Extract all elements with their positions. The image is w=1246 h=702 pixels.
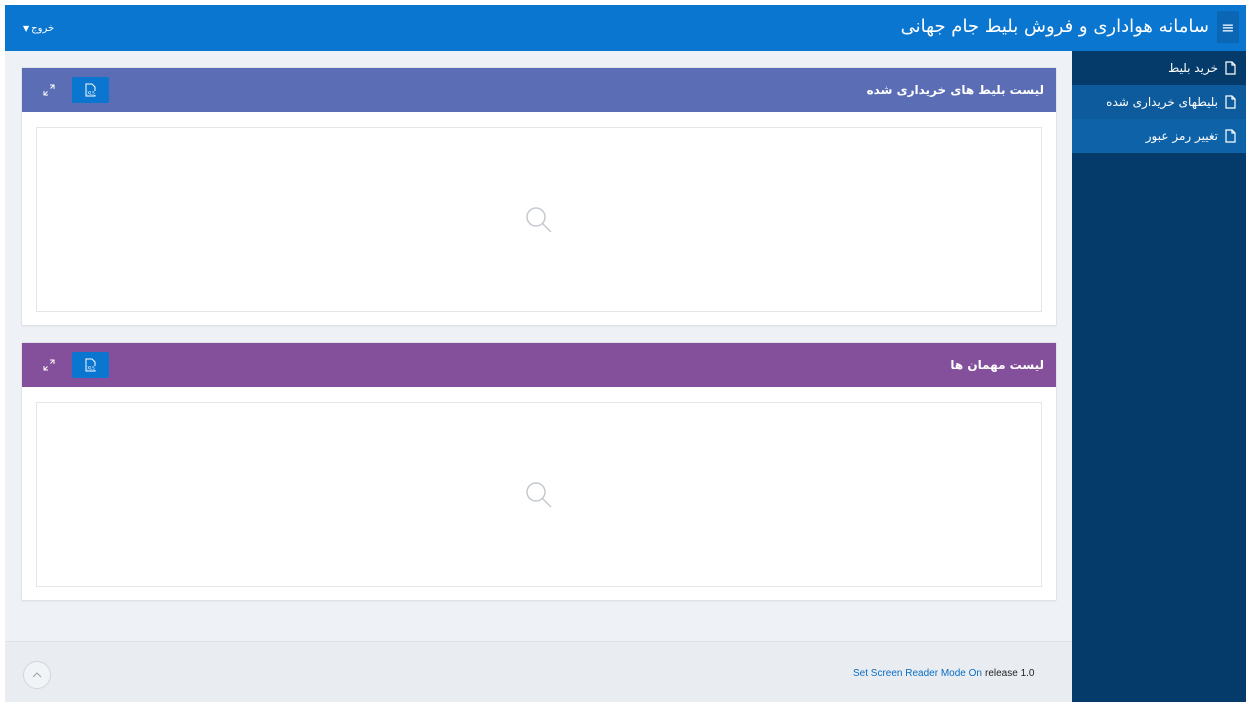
app-title: سامانه هواداری و فروش بلیط جام جهانی <box>900 16 1209 37</box>
logout-menu[interactable]: خروج ▼ <box>23 20 54 36</box>
xls-file-icon: XLS <box>85 83 96 97</box>
svg-text:XLS: XLS <box>87 91 95 96</box>
document-icon <box>1225 61 1236 75</box>
sidebar-nav: خرید بلیط بلیطهای خریداری شده تغییر رمز … <box>1072 51 1246 702</box>
chevron-up-icon <box>32 672 42 678</box>
app-window: ≡ سامانه هواداری و فروش بلیط جام جهانی خ… <box>5 5 1246 702</box>
empty-report-body <box>36 127 1042 312</box>
logout-label: خروج <box>31 22 55 34</box>
menu-toggle-button[interactable]: ≡ <box>1217 11 1239 43</box>
xls-file-icon: XLS <box>85 358 96 372</box>
sidebar-item-label: خرید بلیط <box>1168 61 1218 75</box>
caret-down-icon: ▼ <box>23 23 30 33</box>
document-icon <box>1225 129 1236 143</box>
region-header: لیست مهمان ها XLS <box>22 343 1056 387</box>
export-xls-button[interactable]: XLS <box>72 77 109 103</box>
top-bar: ≡ سامانه هواداری و فروش بلیط جام جهانی خ… <box>5 5 1246 51</box>
export-xls-button[interactable]: XLS <box>72 352 109 378</box>
search-icon <box>526 481 552 508</box>
sidebar-item-buy-ticket[interactable]: خرید بلیط <box>1072 51 1246 85</box>
document-icon <box>1225 95 1236 109</box>
expand-icon <box>43 84 55 96</box>
main-content: لیست بلیط های خریداری شده XLS لیست مهمان… <box>5 51 1072 641</box>
sidebar-item-change-password[interactable]: تغییر رمز عبور <box>1072 119 1246 153</box>
guests-region: لیست مهمان ها XLS <box>21 342 1057 601</box>
expand-button[interactable] <box>40 356 58 374</box>
search-icon <box>526 206 552 233</box>
svg-text:XLS: XLS <box>87 366 95 371</box>
release-version: release 1.0 <box>985 668 1035 679</box>
screen-reader-mode-link[interactable]: Set Screen Reader Mode On <box>853 668 982 679</box>
sidebar-item-purchased-tickets[interactable]: بلیطهای خریداری شده <box>1072 85 1246 119</box>
purchased-tickets-region: لیست بلیط های خریداری شده XLS <box>21 67 1057 326</box>
scroll-to-top-button[interactable] <box>23 661 51 689</box>
region-title: لیست بلیط های خریداری شده <box>866 83 1044 97</box>
expand-button[interactable] <box>40 81 58 99</box>
region-header: لیست بلیط های خریداری شده XLS <box>22 68 1056 112</box>
region-title: لیست مهمان ها <box>950 358 1044 372</box>
expand-icon <box>43 359 55 371</box>
page-footer: Set Screen Reader Mode On release 1.0 <box>5 641 1072 702</box>
sidebar-item-label: بلیطهای خریداری شده <box>1106 95 1218 109</box>
hamburger-icon: ≡ <box>1221 17 1235 37</box>
sidebar-item-label: تغییر رمز عبور <box>1145 129 1218 143</box>
empty-report-body <box>36 402 1042 587</box>
